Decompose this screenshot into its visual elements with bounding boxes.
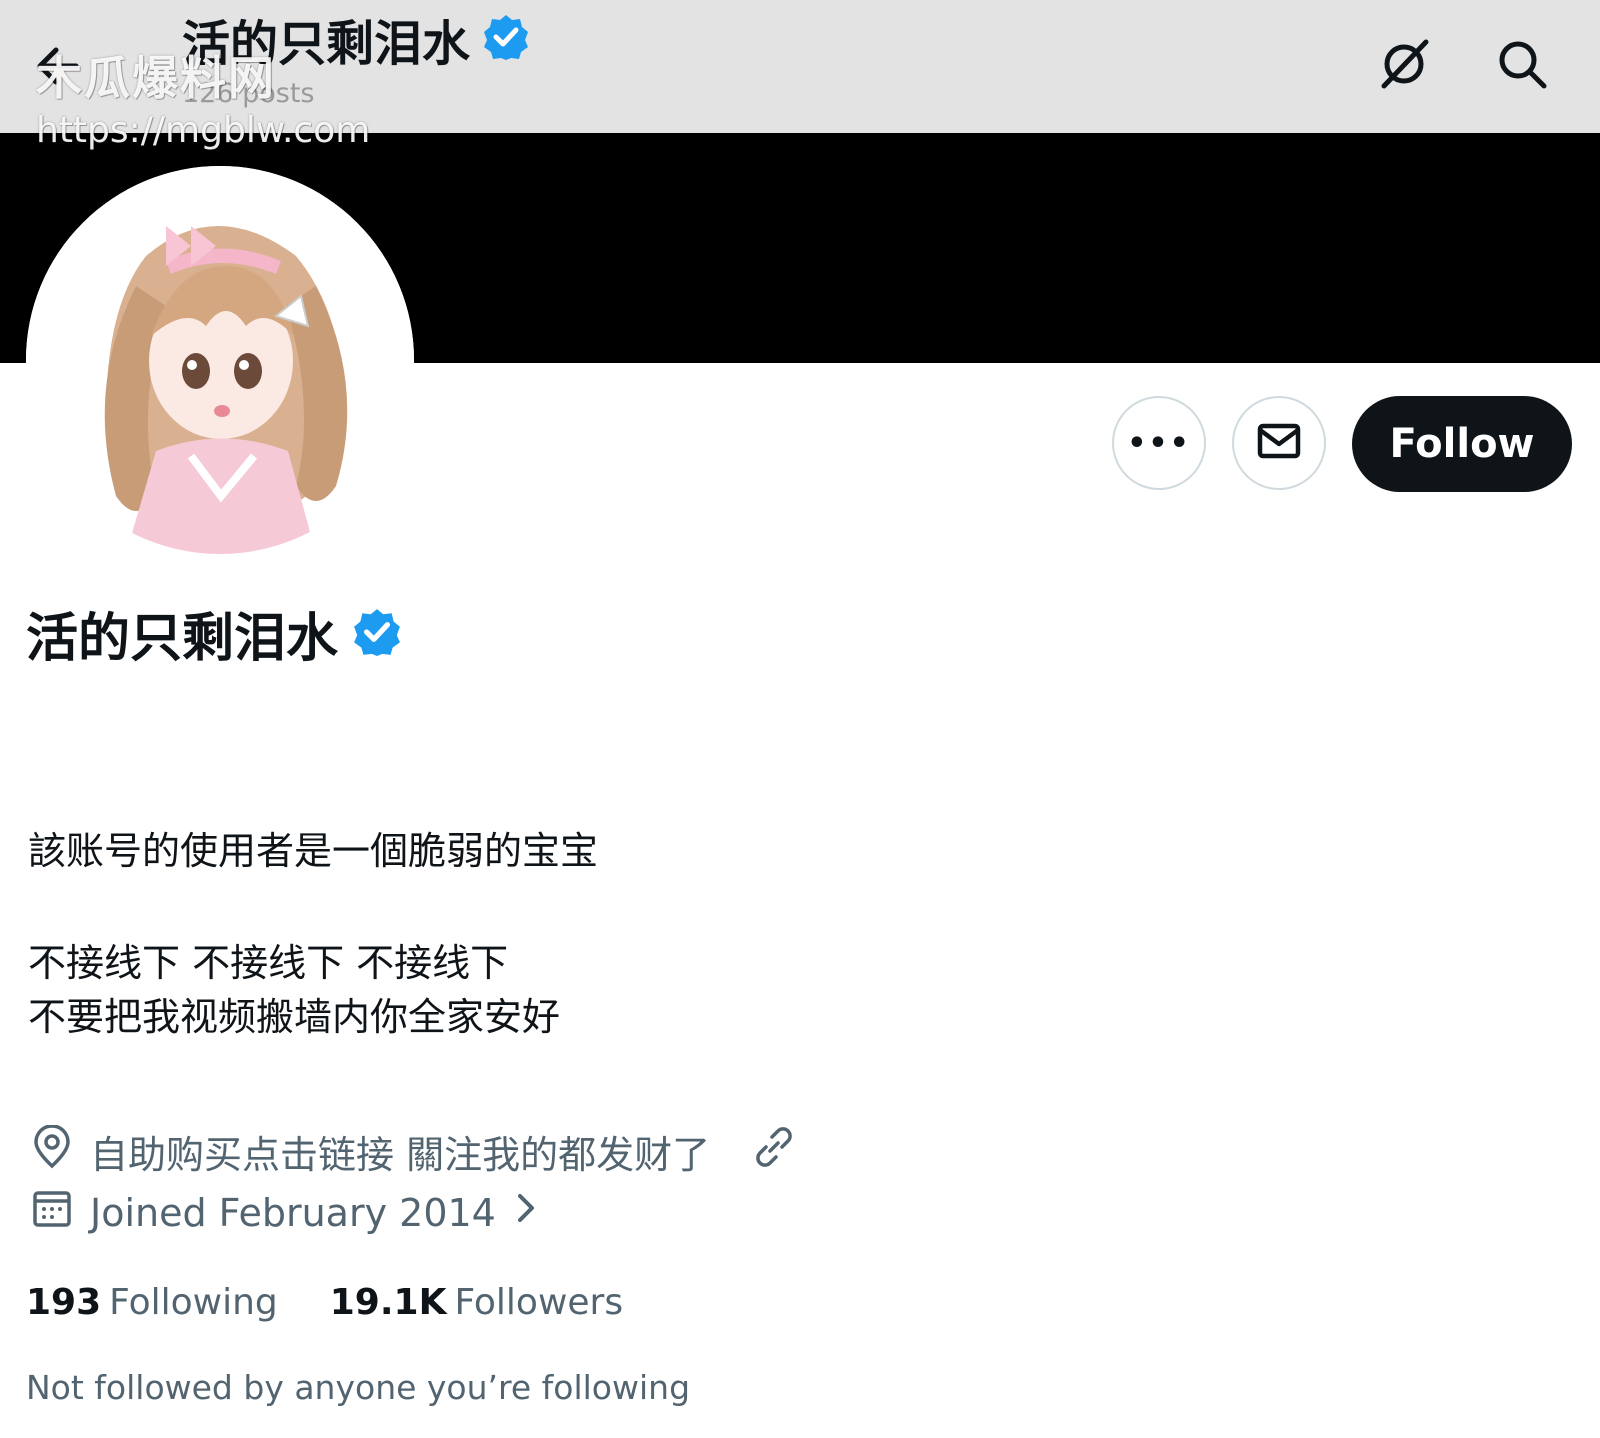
follow-stats: 193 Following 19.1K Followers [26,1282,623,1323]
followers-stat[interactable]: 19.1K Followers [330,1282,623,1323]
top-bar: 活的只剩泪水 126 posts 木瓜爆料网 https://mgblw.com [0,0,1600,151]
message-button[interactable] [1232,396,1326,490]
link-icon[interactable] [752,1125,796,1178]
profile-display-name: 活的只剩泪水 [26,609,339,669]
profile-name-row: 活的只剩泪水 [26,596,402,671]
more-dots-icon: ••• [1127,425,1191,461]
avatar[interactable] [26,166,414,554]
header-display-name: 活的只剩泪水 [182,16,471,72]
follow-button[interactable]: Follow [1352,396,1572,492]
bio-line: 不要把我视频搬墙内你全家安好 [28,995,561,1039]
bio-line: 該账号的使用者是一個脆弱的宝宝 [28,829,599,873]
verified-badge-icon [482,13,530,65]
chevron-right-icon [514,1188,538,1237]
more-options-button[interactable]: ••• [1112,396,1206,490]
verified-badge-icon[interactable] [352,607,402,661]
location-pin-icon [32,1124,72,1178]
calendar-icon [32,1188,72,1237]
grok-icon[interactable] [1374,34,1434,94]
not-followed-note: Not followed by anyone you’re following [26,1368,691,1407]
following-count: 193 [26,1282,102,1323]
profile-location: 自助购买点击链接 關注我的都发财了 [32,1124,796,1179]
bio-line: 不接线下 不接线下 不接线下 [28,941,509,985]
following-label: Following [109,1282,278,1323]
search-icon[interactable] [1492,34,1552,94]
followers-label: Followers [454,1282,624,1323]
joined-text: Joined February 2014 [90,1190,496,1235]
profile-page: 活的只剩泪水 126 posts 木瓜爆料网 https://mgblw.com… [0,0,1600,1438]
mail-icon [1254,416,1304,470]
followers-count: 19.1K [329,1282,447,1323]
location-text: 自助购买点击链接 關注我的都发财了 [90,1133,711,1177]
profile-joined[interactable]: Joined February 2014 [32,1188,538,1237]
header-posts-count: 126 posts [182,78,315,109]
header-title: 活的只剩泪水 [182,6,530,72]
following-stat[interactable]: 193 Following [26,1282,278,1323]
back-arrow-icon[interactable] [28,36,88,96]
